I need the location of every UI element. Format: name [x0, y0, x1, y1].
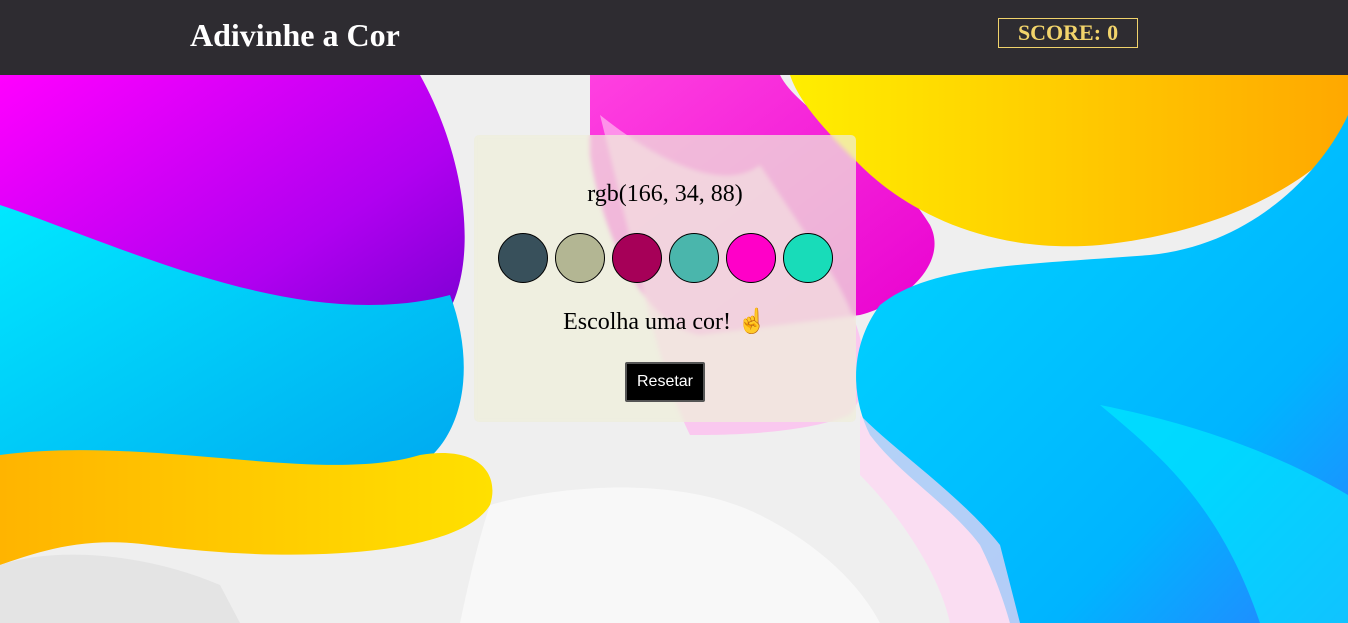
- game-card: rgb(166, 34, 88) Escolha uma cor! ☝ Rese…: [474, 135, 856, 422]
- answer-message: Escolha uma cor! ☝: [474, 307, 856, 337]
- color-ball[interactable]: [554, 233, 605, 283]
- header-bar: Adivinhe a Cor SCORE: 0: [0, 0, 1348, 75]
- score-value: 0: [1107, 20, 1119, 45]
- color-ball[interactable]: [725, 233, 776, 283]
- score-display: SCORE: 0: [998, 18, 1138, 48]
- pointing-up-icon: ☝: [737, 309, 767, 335]
- color-options: [494, 233, 836, 283]
- reset-button[interactable]: Resetar: [625, 362, 705, 402]
- color-ball[interactable]: [782, 233, 833, 283]
- color-ball[interactable]: [668, 233, 719, 283]
- score-label: SCORE:: [1017, 20, 1102, 45]
- page-title: Adivinhe a Cor: [190, 17, 400, 53]
- color-ball[interactable]: [497, 233, 548, 283]
- rgb-color-target: rgb(166, 34, 88): [587, 181, 743, 207]
- color-ball[interactable]: [611, 233, 662, 283]
- answer-text: Escolha uma cor!: [563, 309, 732, 335]
